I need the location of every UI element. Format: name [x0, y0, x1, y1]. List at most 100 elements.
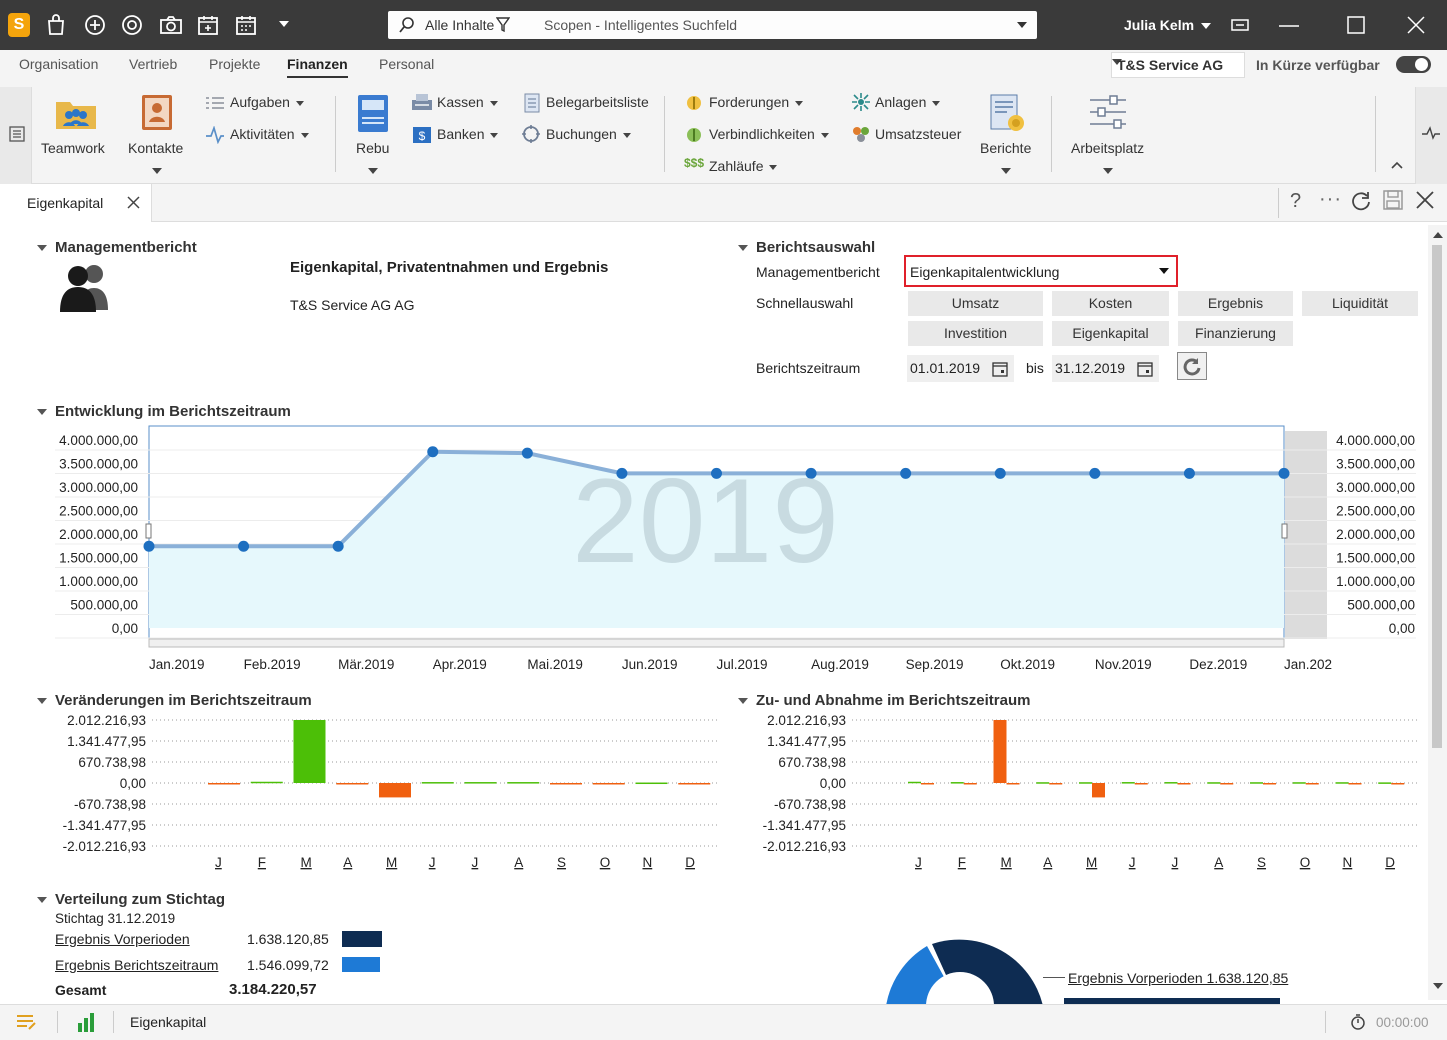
minimize-icon[interactable] — [1278, 24, 1300, 28]
status-tab-label[interactable]: Eigenkapital — [130, 1014, 206, 1030]
refresh-icon[interactable] — [1350, 190, 1372, 212]
data-point — [143, 540, 155, 552]
availability-toggle[interactable] — [1396, 56, 1431, 73]
tab-finanzen[interactable]: Finanzen — [287, 56, 348, 78]
tab-projekte[interactable]: Projekte — [209, 56, 260, 72]
camera-icon[interactable] — [159, 15, 183, 35]
ribbon-kontakte-label[interactable]: Kontakte — [128, 140, 183, 156]
distribution-pie-chart[interactable] — [860, 930, 1060, 1004]
ribbon-buchungen[interactable]: Buchungen — [546, 126, 631, 142]
teamwork-icon[interactable] — [55, 96, 97, 130]
quick-eigenkapital-button[interactable]: Eigenkapital — [1052, 321, 1169, 346]
help-icon[interactable]: ? — [1290, 190, 1301, 213]
quick-access-dropdown-icon[interactable] — [278, 20, 290, 28]
contacts-icon[interactable] — [140, 94, 174, 132]
period-to-field[interactable]: 31.12.2019 — [1052, 355, 1159, 382]
ribbon-umsatzsteuer[interactable]: Umsatzsteuer — [875, 126, 961, 142]
ribbon-rebu-label[interactable]: Rebu — [356, 140, 389, 156]
user-name[interactable]: Julia Kelm — [1124, 17, 1194, 33]
user-dropdown-icon[interactable] — [1200, 22, 1212, 30]
activity-pulse-icon[interactable] — [1421, 126, 1441, 140]
pie-legend-label[interactable]: Ergebnis Vorperioden 1.638.120,85 — [1068, 970, 1288, 986]
rebu-icon[interactable] — [356, 94, 390, 134]
close-document-icon[interactable] — [1416, 191, 1434, 209]
calendar-icon[interactable] — [235, 14, 257, 36]
ribbon-belegarbeitsliste[interactable]: Belegarbeitsliste — [546, 94, 649, 110]
x-tick-label: J — [1172, 855, 1179, 870]
section-verteilung[interactable]: Verteilung zum Stichtag — [37, 891, 225, 908]
search-scope-label[interactable]: Alle Inhalte — [425, 17, 494, 33]
quick-ergebnis-button[interactable]: Ergebnis — [1178, 291, 1293, 316]
scroll-up-icon[interactable] — [1433, 232, 1443, 239]
section-zu-abnahme[interactable]: Zu- und Abnahme im Berichtszeitraum — [738, 692, 1030, 709]
section-entwicklung[interactable]: Entwicklung im Berichtszeitraum — [37, 403, 291, 420]
ribbon-berichte-label[interactable]: Berichte — [980, 140, 1031, 156]
y-tick-label-right: 2.000.000,00 — [1336, 527, 1415, 542]
ribbon-verbindlichkeiten[interactable]: Verbindlichkeiten — [709, 126, 829, 142]
calendar-picker-icon[interactable] — [1137, 361, 1153, 377]
arbeitsplatz-icon[interactable] — [1088, 94, 1128, 130]
list-view-icon[interactable] — [9, 126, 25, 142]
close-tab-icon[interactable] — [127, 196, 140, 209]
vertical-scrollbar[interactable] — [1428, 225, 1447, 1000]
dist-row-label[interactable]: Ergebnis Vorperioden — [55, 931, 190, 947]
notes-icon[interactable] — [15, 1012, 37, 1032]
kontakte-dropdown-icon[interactable] — [152, 168, 162, 174]
ribbon-banken[interactable]: Banken — [437, 126, 499, 142]
close-window-icon[interactable] — [1406, 15, 1426, 35]
add-icon[interactable] — [84, 14, 106, 36]
quick-umsatz-button[interactable]: Umsatz — [908, 291, 1043, 316]
scrollbar-thumb[interactable] — [1432, 245, 1442, 748]
bar — [1335, 782, 1349, 784]
ribbon-aufgaben[interactable]: Aufgaben — [230, 94, 304, 110]
report-select[interactable]: Eigenkapitalentwicklung — [904, 255, 1178, 287]
search-dropdown-icon[interactable] — [1016, 21, 1028, 29]
berichte-icon[interactable] — [988, 93, 1026, 135]
maximize-icon[interactable] — [1346, 15, 1366, 35]
increase-decrease-chart[interactable]: 2.012.216,93 1.341.477,95 670.738,98 0,00 -6… — [700, 708, 1430, 878]
rebu-dropdown-icon[interactable] — [368, 168, 378, 174]
ribbon-zahllaeufe[interactable]: Zahläufe — [709, 158, 778, 174]
quick-liquiditaet-button[interactable]: Liquidität — [1302, 291, 1418, 316]
period-from-field[interactable]: 01.01.2019 — [907, 355, 1014, 382]
apply-period-button[interactable] — [1177, 352, 1207, 380]
shopping-bag-icon[interactable] — [46, 14, 66, 36]
ribbon-teamwork-label[interactable]: Teamwork — [41, 140, 105, 156]
company-selector[interactable]: T&S Service AG — [1111, 52, 1245, 78]
app-logo-icon[interactable]: S — [8, 13, 30, 37]
stopwatch-icon[interactable] — [1350, 1013, 1366, 1031]
x-tick-label: Apr.2019 — [433, 657, 487, 672]
quick-investition-button[interactable]: Investition — [908, 321, 1043, 346]
ribbon-arbeitsplatz-label[interactable]: Arbeitsplatz — [1071, 140, 1144, 156]
changes-chart[interactable]: 2.012.216,93 1.341.477,95 670.738,98 0,00 -6… — [0, 708, 730, 878]
save-icon[interactable] — [1383, 190, 1403, 210]
tab-vertrieb[interactable]: Vertrieb — [129, 56, 177, 72]
scroll-down-icon[interactable] — [1433, 983, 1443, 990]
ribbon-kassen[interactable]: Kassen — [437, 94, 498, 110]
calendar-picker-icon[interactable] — [992, 361, 1008, 377]
filter-icon[interactable] — [496, 17, 510, 33]
title-bar: S Alle Inhalte Scopen - Intelligentes Su… — [0, 0, 1447, 50]
collapse-ribbon-icon[interactable] — [1391, 161, 1403, 169]
section-berichtsauswahl[interactable]: Berichtsauswahl — [738, 239, 875, 256]
more-options-icon[interactable]: ··· — [1319, 188, 1342, 211]
search-placeholder[interactable]: Scopen - Intelligentes Suchfeld — [544, 17, 737, 33]
dist-row-label[interactable]: Ergebnis Berichtszeitraum — [55, 957, 218, 973]
document-tab-eigenkapital[interactable]: Eigenkapital — [0, 184, 152, 222]
section-managementbericht[interactable]: Managementbericht — [37, 239, 197, 256]
ribbon-aktivitaeten[interactable]: Aktivitäten — [230, 126, 309, 142]
restore-window-icon[interactable] — [1230, 17, 1250, 33]
search-field[interactable]: Alle Inhalte Scopen - Intelligentes Such… — [388, 11, 1037, 39]
arbeitsplatz-dropdown-icon[interactable] — [1103, 168, 1113, 174]
help-ring-icon[interactable] — [121, 14, 143, 36]
berichte-dropdown-icon[interactable] — [1001, 168, 1011, 174]
tab-personal[interactable]: Personal — [379, 56, 434, 72]
bar-chart-icon[interactable] — [76, 1011, 96, 1033]
quick-finanzierung-button[interactable]: Finanzierung — [1178, 321, 1293, 346]
calendar-add-icon[interactable] — [197, 14, 219, 36]
section-veraenderungen[interactable]: Veränderungen im Berichtszeitraum — [37, 692, 312, 709]
ribbon-forderungen[interactable]: Forderungen — [709, 94, 804, 110]
quick-kosten-button[interactable]: Kosten — [1052, 291, 1169, 316]
ribbon-anlagen[interactable]: Anlagen — [875, 94, 941, 110]
tab-organisation[interactable]: Organisation — [19, 56, 98, 72]
